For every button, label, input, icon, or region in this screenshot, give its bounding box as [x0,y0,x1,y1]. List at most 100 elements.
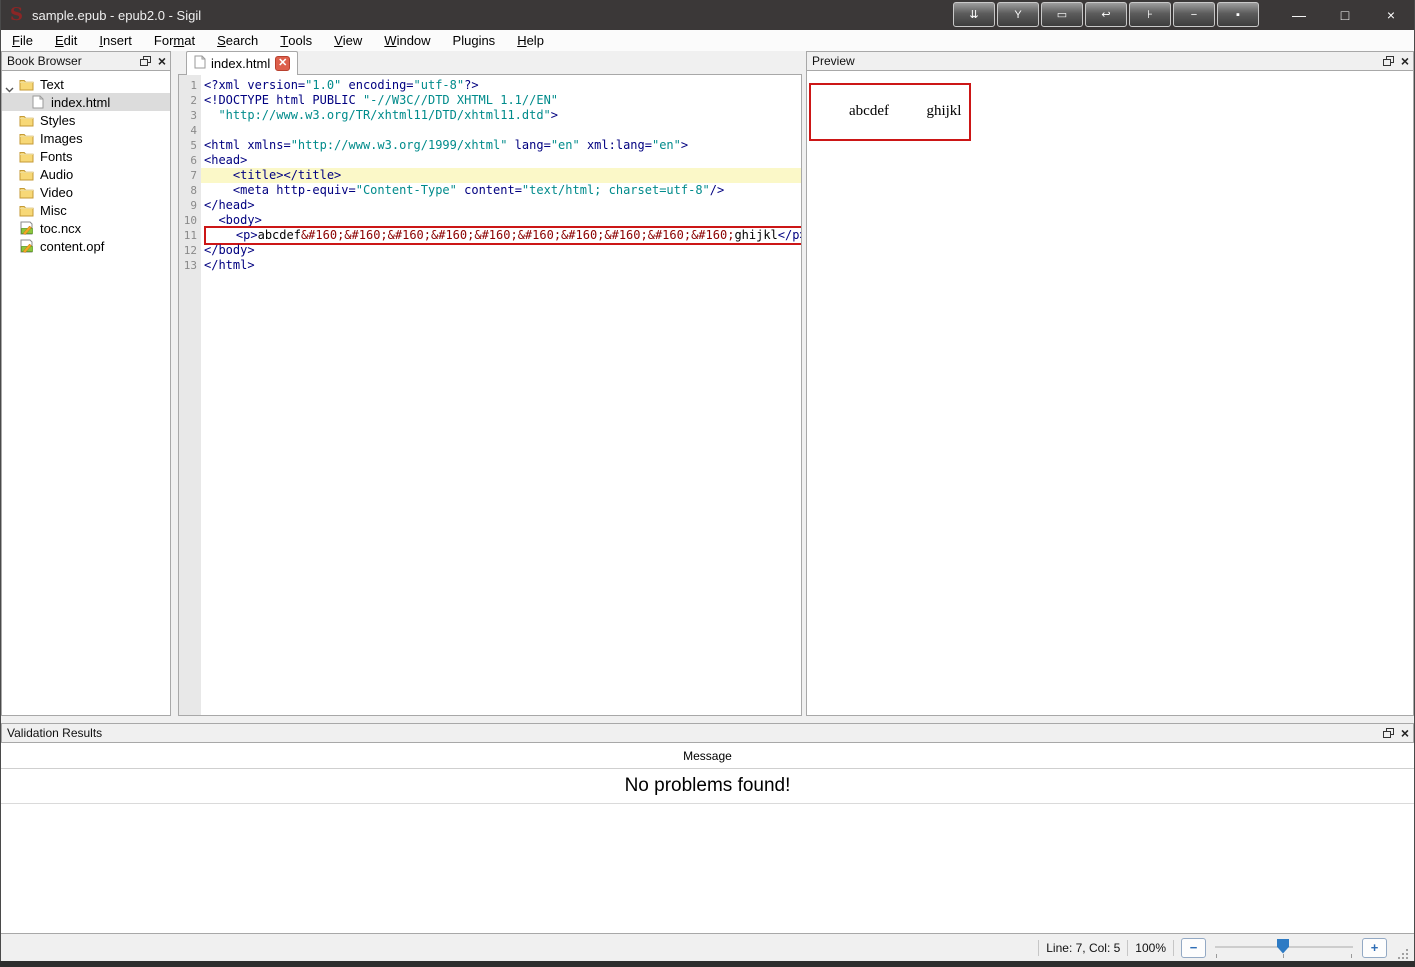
float-panel-icon[interactable] [1382,56,1394,66]
float-panel-icon[interactable] [139,56,151,66]
tree-item-content-opf[interactable]: content.opf [2,237,170,255]
code-line-2[interactable]: 2 <!DOCTYPE html PUBLIC "-//W3C//DTD XHTM… [179,93,801,108]
code-text: </body> [204,243,255,257]
code-text: <?xml version="1.0" encoding="utf-8"?> [204,78,479,92]
code-line-8[interactable]: 8 <meta http-equiv="Content-Type" conten… [179,183,801,198]
tree-item-audio[interactable]: Audio [2,165,170,183]
menu-insert[interactable]: Insert [88,30,143,51]
line-number: 13 [183,259,197,272]
statusbar-separator [1173,939,1174,956]
window-frame-left [0,0,1,967]
file-icon [29,95,46,109]
tree-item-fonts[interactable]: Fonts [2,147,170,165]
chevrons-down-button[interactable]: ⇊ [953,2,995,27]
menu-plugins[interactable]: Plugins [442,30,507,51]
book-browser-header[interactable]: Book Browser × [1,51,171,71]
tree-item-text[interactable]: Text [2,75,170,93]
dash-button[interactable]: − [1173,2,1215,27]
preview-marked-box: abcdef ghijkl [809,83,972,141]
close-panel-icon[interactable]: × [1401,726,1409,740]
menu-file[interactable]: File [1,30,44,51]
doc-icon [18,239,35,253]
minimize-button[interactable]: — [1276,0,1322,30]
close-panel-icon[interactable]: × [158,54,166,68]
close-button[interactable]: × [1368,0,1414,30]
code-line-11[interactable]: 11 <p>abcdef&#160;&#160;&#160;&#160;&#16… [179,226,801,245]
line-number: 4 [190,124,197,137]
code-text: <p>abcdef&#160;&#160;&#160;&#160;&#160;&… [201,226,801,245]
titlebar-toolbar: ⇊ Y ▭ ↩ ⊦ − ▪ [953,2,1259,27]
resize-grip-icon[interactable] [1397,948,1410,961]
tab-index-html[interactable]: index.html ✕ [186,51,299,75]
tab-close-icon[interactable]: ✕ [275,55,291,71]
folder-icon [18,168,35,181]
folder-icon [18,204,35,217]
zoom-in-button[interactable]: + [1362,937,1387,958]
code-editor[interactable]: 1 <?xml version="1.0" encoding="utf-8"?> 2… [178,75,802,716]
tree-item-misc[interactable]: Misc [2,201,170,219]
code-line-12[interactable]: 12 </body> [179,243,801,258]
float-panel-icon[interactable] [1382,728,1394,738]
tree-item-index-html[interactable]: index.html [2,93,170,111]
tree-item-toc-ncx[interactable]: toc.ncx [2,219,170,237]
line-number: 6 [190,154,197,167]
validation-title: Validation Results [7,726,103,740]
dot-button[interactable]: ▪ [1217,2,1259,27]
code-text: </html> [204,258,255,272]
code-line-9[interactable]: 9 </head> [179,198,801,213]
code-line-6[interactable]: 6 <head> [179,153,801,168]
zoom-slider-handle[interactable] [1277,938,1289,954]
menubar: File Edit Insert For m at Search Tools View Windo… [1,30,1414,51]
menu-help[interactable]: Help [506,30,555,51]
zoom-out-button[interactable]: − [1181,937,1206,958]
menu-tools[interactable]: Tools [269,30,323,51]
preview-title: Preview [812,54,855,68]
tab-label: index.html [211,55,271,71]
code-line-4[interactable]: 4 [179,123,801,138]
slider-tick [1216,953,1217,958]
validation-message-column-header[interactable]: Message [1,743,1414,769]
menu-edit[interactable]: Edit [44,30,88,51]
code-text: <title></title> [201,168,801,183]
line-number: 11 [183,229,197,242]
undo-button[interactable]: ↩ [1085,2,1127,27]
maximize-button[interactable]: □ [1322,0,1368,30]
code-line-13[interactable]: 13 </html> [179,258,801,273]
code-line-7[interactable]: 7 <title></title> [179,168,801,183]
close-panel-icon[interactable]: × [1401,54,1409,68]
validation-header[interactable]: Validation Results × [1,723,1414,743]
window-frame-bottom [0,961,1415,967]
wrench-icon: Y [1014,8,1022,21]
tree-item-label: Video [40,184,74,200]
sigil-window: S sample.epub - epub2.0 - Sigil ⇊ Y ▭ ↩ ⊦ − ▪ … [0,0,1415,967]
tree-item-styles[interactable]: Styles [2,111,170,129]
slider-tick [1351,953,1352,958]
titlebar[interactable]: S sample.epub - epub2.0 - Sigil ⇊ Y ▭ ↩ ⊦ − ▪ … [0,0,1415,30]
line-number: 9 [190,199,197,212]
folder-icon [18,132,35,145]
book-browser-title: Book Browser [7,54,82,68]
pin-button[interactable]: ⊦ [1129,2,1171,27]
preview-header[interactable]: Preview × [806,51,1414,71]
tree-item-label: toc.ncx [40,220,82,236]
tree-item-label: Misc [40,202,67,218]
menu-search[interactable]: Search [206,30,269,51]
tree-item-images[interactable]: Images [2,129,170,147]
zoom-slider[interactable] [1215,937,1353,959]
screen-button[interactable]: ▭ [1041,2,1083,27]
menu-format[interactable]: For m at [143,30,206,51]
validation-result-row[interactable]: No problems found! [1,769,1414,804]
wrench-button[interactable]: Y [997,2,1039,27]
folder-icon [18,150,35,163]
line-number: 5 [190,139,197,152]
code-line-1[interactable]: 1 <?xml version="1.0" encoding="utf-8"?> [179,78,801,93]
tree-item-label: Images [40,130,83,146]
menu-view[interactable]: View [323,30,373,51]
tree-item-video[interactable]: Video [2,183,170,201]
slider-tick [1283,953,1284,958]
code-line-5[interactable]: 5 <html xmlns="http://www.w3.org/1999/xht… [179,138,801,153]
menu-window[interactable]: Window [373,30,441,51]
code-line-3[interactable]: 3 "http://www.w3.org/TR/xhtml11/DTD/xhtm… [179,108,801,123]
preview-content[interactable]: abcdef ghijkl [806,71,1414,716]
code-text: </head> [204,198,255,212]
